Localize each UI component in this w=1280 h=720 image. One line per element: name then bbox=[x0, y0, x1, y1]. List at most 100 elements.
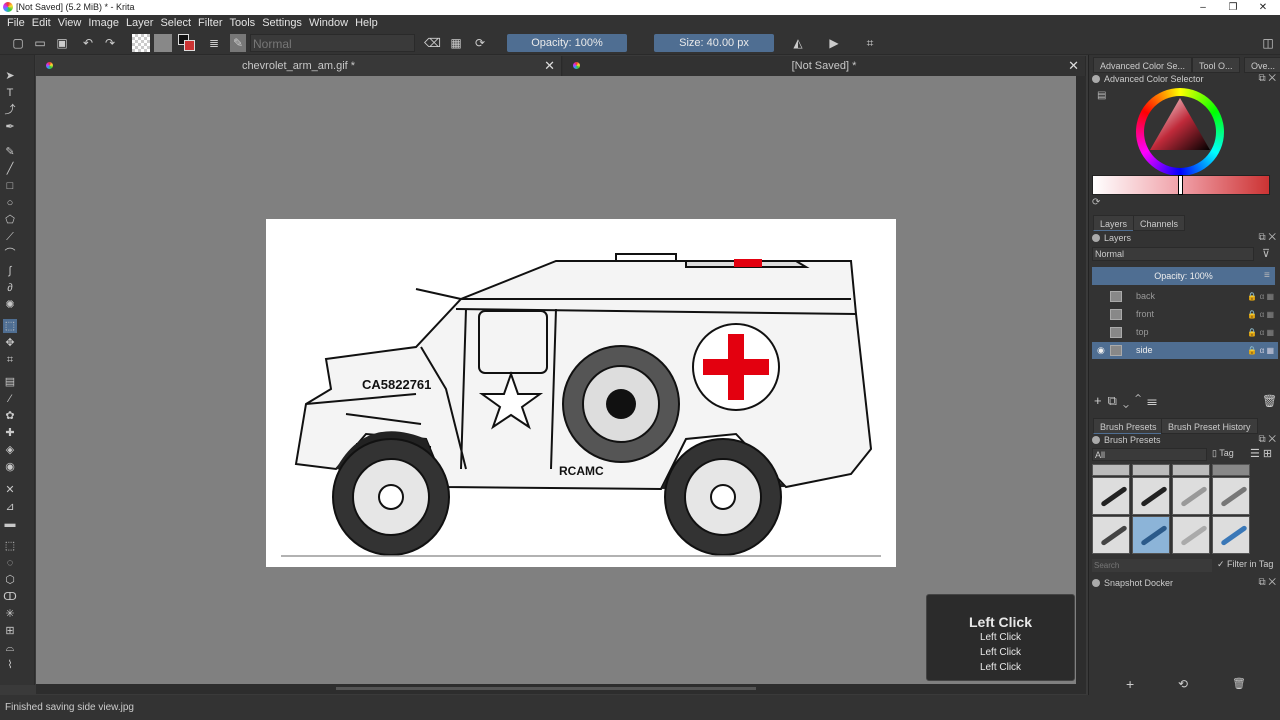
multibrush-icon[interactable]: ✺ bbox=[3, 298, 17, 312]
fill-tool-icon[interactable]: ◈ bbox=[3, 443, 17, 457]
layer-flags-icon[interactable]: 🔒 α ▦ bbox=[1247, 306, 1274, 323]
horizontal-scrollbar[interactable] bbox=[36, 684, 1086, 694]
tab-advanced-color[interactable]: Advanced Color Se... bbox=[1093, 57, 1193, 73]
move-down-icon[interactable]: ⌄ bbox=[1123, 393, 1135, 408]
close-tab-icon[interactable]: ✕ bbox=[1068, 56, 1079, 76]
tab-overview[interactable]: Ove... bbox=[1244, 57, 1280, 73]
color-wheel[interactable] bbox=[1136, 88, 1224, 176]
gradient-tool-icon[interactable]: ▤ bbox=[3, 375, 17, 389]
menu-layer[interactable]: Layer bbox=[126, 15, 160, 31]
size-slider[interactable]: Size: 40.00 px bbox=[654, 34, 774, 52]
tab-channels[interactable]: Channels bbox=[1133, 215, 1186, 231]
color-settings-icon[interactable]: ▤ bbox=[1097, 90, 1106, 101]
freehand-path-icon[interactable]: ∫ bbox=[3, 264, 17, 278]
move-up-icon[interactable]: ⌃ bbox=[1135, 393, 1147, 408]
vertical-scrollbar[interactable] bbox=[1076, 76, 1086, 684]
tab-brush-presets[interactable]: Brush Presets bbox=[1093, 418, 1164, 434]
menu-image[interactable]: Image bbox=[88, 15, 125, 31]
layer-row-back[interactable]: back 🔒 α ▦ bbox=[1092, 288, 1278, 305]
reload-preset-icon[interactable]: ⟳ bbox=[472, 34, 488, 52]
rect-select-icon[interactable]: ⬚ bbox=[3, 539, 17, 553]
ellipse-tool-icon[interactable]: ○ bbox=[3, 196, 17, 210]
dock-float-close-icon[interactable]: ⧉ ✕ bbox=[1258, 72, 1276, 86]
brush-preset-tile[interactable] bbox=[1212, 477, 1250, 515]
bezier-tool-icon[interactable]: ⌒ bbox=[3, 247, 17, 261]
brush-settings-icon[interactable]: ≣ bbox=[206, 34, 222, 52]
menu-tools[interactable]: Tools bbox=[230, 15, 262, 31]
brush-preset-tile[interactable] bbox=[1212, 516, 1250, 554]
layer-properties-icon[interactable]: ☰ bbox=[1147, 393, 1163, 408]
brush-preset-icon[interactable]: ✎ bbox=[230, 34, 246, 52]
brush-preset-tile[interactable] bbox=[1172, 477, 1210, 515]
menu-help[interactable]: Help bbox=[355, 15, 384, 31]
measure-tool-icon[interactable]: ⊿ bbox=[3, 500, 17, 514]
layer-flags-icon[interactable]: 🔒 α ▦ bbox=[1247, 324, 1274, 341]
similar-select-icon[interactable]: ⊞ bbox=[3, 624, 17, 638]
wrap-around-icon[interactable]: ⌗ bbox=[862, 34, 878, 52]
rectangle-tool-icon[interactable]: □ bbox=[3, 179, 17, 193]
layer-blend-mode-select[interactable]: Normal bbox=[1092, 247, 1254, 261]
menu-file[interactable]: File bbox=[7, 15, 31, 31]
canvas-area[interactable]: CA5822761 RCAMC bbox=[36, 76, 1086, 684]
polyline-tool-icon[interactable]: ⟋ bbox=[3, 230, 17, 244]
shade-cursor[interactable] bbox=[1178, 175, 1183, 195]
tab-not-saved[interactable]: [Not Saved] * ✕ bbox=[563, 56, 1086, 76]
dock-float-close-icon[interactable]: ⧉ ✕ bbox=[1258, 433, 1276, 447]
crop-tool-icon[interactable]: ⌗ bbox=[3, 353, 17, 367]
enclose-fill-icon[interactable]: ◉ bbox=[3, 460, 17, 474]
menu-select[interactable]: Select bbox=[160, 15, 197, 31]
brush-search-input[interactable]: Search bbox=[1092, 559, 1212, 572]
close-tab-icon[interactable]: ✕ bbox=[544, 56, 555, 76]
close-window-button[interactable]: ✕ bbox=[1252, 0, 1274, 15]
mirror-horizontal-icon[interactable]: ◭ bbox=[790, 34, 806, 52]
colorize-mask-icon[interactable]: ✿ bbox=[3, 409, 17, 423]
add-layer-icon[interactable]: + bbox=[1094, 393, 1108, 408]
brush-preset-tile-selected[interactable] bbox=[1132, 516, 1170, 554]
duplicate-layer-icon[interactable]: ⧉ bbox=[1108, 393, 1123, 408]
menu-settings[interactable]: Settings bbox=[262, 15, 308, 31]
transform-tool-icon[interactable]: ⬚ bbox=[3, 319, 17, 333]
smart-patch-icon[interactable]: ✚ bbox=[3, 426, 17, 440]
freehand-brush-icon[interactable]: ✎ bbox=[3, 145, 17, 159]
visibility-eye-icon[interactable]: ◉ bbox=[1097, 342, 1105, 359]
menu-window[interactable]: Window bbox=[309, 15, 354, 31]
dock-float-close-icon[interactable]: ⧉ ✕ bbox=[1258, 576, 1276, 590]
blend-mode-select[interactable]: Normal bbox=[250, 34, 415, 52]
filter-in-tag-checkbox[interactable]: ✓ Filter in Tag bbox=[1217, 559, 1273, 570]
alpha-lock-icon[interactable]: ▦ bbox=[448, 34, 464, 52]
edit-shapes-icon[interactable]: ⤴ bbox=[3, 103, 17, 117]
redo-icon[interactable]: ↷ bbox=[102, 34, 118, 52]
menu-edit[interactable]: Edit bbox=[32, 15, 57, 31]
brush-preset-tile[interactable] bbox=[1092, 477, 1130, 515]
workspace-icon[interactable]: ◫ bbox=[1260, 34, 1276, 52]
brush-tag-filter-select[interactable]: All bbox=[1092, 448, 1207, 461]
magnetic-select-icon[interactable]: ⌇ bbox=[3, 658, 17, 672]
contiguous-select-icon[interactable]: ✳ bbox=[3, 607, 17, 621]
text-tool-icon[interactable]: T bbox=[3, 86, 17, 100]
brush-preset-tile[interactable] bbox=[1172, 516, 1210, 554]
open-folder-icon[interactable]: ▭ bbox=[32, 34, 48, 52]
brush-view-menu-icon[interactable]: ☰ ⊞ bbox=[1250, 447, 1272, 460]
bezier-select-icon[interactable]: ⌓ bbox=[3, 641, 17, 655]
delete-layer-icon[interactable]: 🗑 bbox=[1262, 394, 1277, 408]
dynamic-brush-icon[interactable]: ∂ bbox=[3, 281, 17, 295]
assistant-tool-icon[interactable]: ✕ bbox=[3, 483, 17, 497]
color-picker-icon[interactable]: ⁄ bbox=[3, 392, 17, 406]
brush-preset-tile[interactable] bbox=[1092, 464, 1130, 476]
layer-flags-icon[interactable]: 🔒 α ▦ bbox=[1247, 288, 1274, 305]
save-icon[interactable]: ▣ bbox=[54, 34, 70, 52]
layer-row-front[interactable]: front 🔒 α ▦ bbox=[1092, 306, 1278, 323]
brush-preset-tile[interactable] bbox=[1172, 464, 1210, 476]
fg-bg-color-icon[interactable] bbox=[178, 34, 196, 52]
document-canvas[interactable]: CA5822761 RCAMC bbox=[266, 219, 896, 567]
mirror-vertical-icon[interactable]: ▶ bbox=[826, 34, 842, 52]
tab-chevrolet[interactable]: chevrolet_arm_am.gif * ✕ bbox=[36, 56, 562, 76]
color-triangle[interactable] bbox=[1148, 96, 1212, 156]
undo-icon[interactable]: ↶ bbox=[80, 34, 96, 52]
tab-brush-history[interactable]: Brush Preset History bbox=[1161, 418, 1258, 434]
line-tool-icon[interactable]: ╱ bbox=[3, 162, 17, 176]
menu-view[interactable]: View bbox=[58, 15, 88, 31]
brush-preset-tile[interactable] bbox=[1092, 516, 1130, 554]
tab-tool-options[interactable]: Tool O... bbox=[1192, 57, 1240, 73]
polygon-select-icon[interactable]: ⬡ bbox=[3, 573, 17, 587]
